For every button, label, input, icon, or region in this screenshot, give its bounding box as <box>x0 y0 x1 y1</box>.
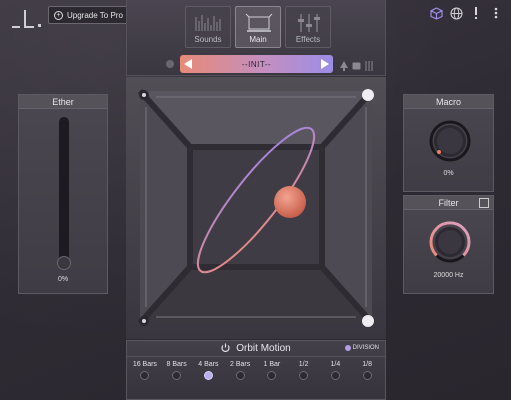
filter-value: 20000 Hz <box>433 272 464 279</box>
upgrade-label: Upgrade To Pro <box>67 10 123 20</box>
division-toggle[interactable]: DIVISION <box>344 345 379 351</box>
orbit-header: Orbit Motion DIVISION <box>127 341 385 357</box>
tab-sounds[interactable]: Sounds <box>185 6 231 48</box>
next-preset-icon[interactable] <box>320 59 329 69</box>
menu-icon[interactable] <box>489 6 503 20</box>
header-icons <box>429 6 503 20</box>
orbit-title: Orbit Motion <box>236 343 291 354</box>
tab-main[interactable]: Main <box>235 6 281 48</box>
option-label: 2 Bars <box>230 361 251 368</box>
ether-slider-handle[interactable] <box>57 256 71 270</box>
division-option-8-bars[interactable]: 8 Bars <box>162 361 192 380</box>
filter-header: Filter <box>404 196 493 210</box>
power-icon[interactable] <box>221 343 230 355</box>
division-label: DIVISION <box>352 345 379 351</box>
orbit-motion-panel: Orbit Motion DIVISION 16 Bars 8 Bars 4 B… <box>126 340 386 400</box>
option-label: 16 Bars <box>132 361 157 368</box>
option-label: 1/8 <box>362 361 372 368</box>
filter-title: Filter <box>438 198 459 208</box>
prev-preset-icon[interactable] <box>184 59 192 69</box>
cube-icon[interactable] <box>429 6 443 20</box>
effects-sliders-icon <box>294 13 322 33</box>
sliders-icon[interactable] <box>364 58 373 71</box>
ether-panel: Ether 0% <box>18 94 108 294</box>
alert-icon[interactable] <box>469 6 483 20</box>
brand-logo <box>10 8 41 34</box>
ether-title: Ether <box>19 95 107 109</box>
top-nav-panel: Sounds Main Effects --INIT-- <box>126 0 386 76</box>
app-window: + Upgrade To Pro Sounds Main Effects --I… <box>0 0 511 400</box>
division-dot-icon <box>344 345 351 351</box>
tab-label: Sounds <box>194 35 222 44</box>
macro-knob[interactable] <box>428 119 472 163</box>
tab-effects[interactable]: Effects <box>285 6 331 48</box>
division-option-1-bar[interactable]: 1 Bar <box>257 361 287 380</box>
main-cube-icon <box>244 13 273 33</box>
radio-icon[interactable] <box>330 371 340 380</box>
preset-selector[interactable]: --INIT-- <box>180 55 333 73</box>
division-option-2-bars[interactable]: 2 Bars <box>225 361 255 380</box>
division-option-1-4[interactable]: 1/4 <box>320 361 350 380</box>
option-label: 4 Bars <box>198 361 219 368</box>
option-label: 8 Bars <box>166 361 187 368</box>
globe-icon[interactable] <box>449 6 463 20</box>
preset-tools <box>340 58 373 71</box>
radio-icon[interactable] <box>235 371 245 380</box>
preset-lock-icon[interactable] <box>166 60 174 68</box>
tab-label: Effects <box>295 35 321 44</box>
macro-panel: Macro 0% <box>403 94 494 192</box>
division-options: 16 Bars 8 Bars 4 Bars 2 Bars 1 Bar 1/2 1… <box>127 357 385 380</box>
division-option-4-bars[interactable]: 4 Bars <box>193 361 223 380</box>
option-label: 1 Bar <box>263 361 281 368</box>
tree-icon[interactable] <box>340 58 348 71</box>
plus-circle-icon: + <box>54 10 63 20</box>
radio-icon[interactable] <box>362 371 372 380</box>
filter-expand-icon[interactable] <box>479 198 489 208</box>
filter-knob[interactable] <box>428 220 472 264</box>
sounds-waveform-icon <box>194 13 222 33</box>
division-option-1-2[interactable]: 1/2 <box>289 361 319 380</box>
radio-icon[interactable] <box>172 371 182 380</box>
orbit-visualizer[interactable] <box>126 77 386 339</box>
preset-name: --INIT-- <box>241 59 272 69</box>
macro-value: 0% <box>443 170 454 177</box>
filter-panel: Filter 20000 Hz <box>403 195 494 294</box>
radio-icon[interactable] <box>140 371 150 380</box>
ether-slider-track[interactable] <box>59 117 69 263</box>
option-label: 1/4 <box>330 361 341 368</box>
tab-label: Main <box>249 35 267 44</box>
ether-value: 0% <box>57 276 69 283</box>
division-option-1-8[interactable]: 1/8 <box>352 361 382 380</box>
radio-icon[interactable] <box>203 371 213 380</box>
division-option-16-bars[interactable]: 16 Bars <box>130 361 160 380</box>
macro-title: Macro <box>404 95 493 109</box>
dice-icon[interactable] <box>352 58 361 70</box>
radio-icon[interactable] <box>299 371 309 380</box>
radio-icon[interactable] <box>267 371 277 380</box>
option-label: 1/2 <box>298 361 309 368</box>
